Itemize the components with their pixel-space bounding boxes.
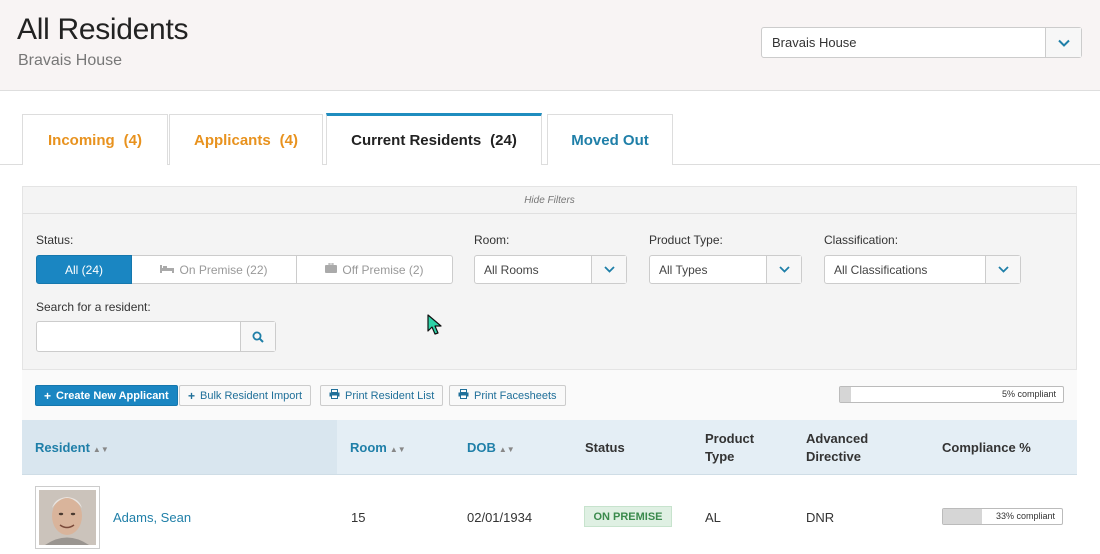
tab-current-residents[interactable]: Current Residents (24)	[326, 113, 542, 165]
tab-count: (24)	[490, 132, 517, 149]
classification-select-value: All Classifications	[834, 263, 928, 277]
search-box	[36, 321, 276, 352]
classification-label: Classification:	[824, 233, 899, 247]
table-row: Adams, Sean 15 02/01/1934 ON PREMISE AL …	[22, 476, 1077, 554]
dob-cell: 02/01/1934	[467, 510, 533, 525]
column-header-label: Resident	[35, 440, 90, 455]
search-button[interactable]	[240, 322, 275, 351]
print-facesheets-button[interactable]: Print Facesheets	[449, 385, 566, 406]
column-header-label: DOB	[467, 440, 496, 455]
compliance-label: 33% compliant	[995, 511, 1055, 521]
chevron-down-icon	[1057, 39, 1070, 47]
resident-photo	[39, 490, 96, 545]
status-badge: ON PREMISE	[584, 506, 672, 527]
column-header-room[interactable]: Room ▲▼	[350, 439, 406, 459]
resident-name-link[interactable]: Adams, Sean	[113, 510, 191, 525]
avatar[interactable]	[35, 486, 100, 549]
page-title: All Residents	[17, 13, 189, 46]
house-select-toggle[interactable]	[1045, 28, 1081, 57]
status-off-premise-label: Off Premise (2)	[342, 262, 424, 277]
house-select[interactable]: Bravais House	[761, 27, 1082, 58]
sort-icon: ▲▼	[92, 445, 109, 454]
overall-compliance-bar: 5% compliant	[839, 386, 1064, 403]
print-facesheets-label: Print Facesheets	[474, 389, 557, 402]
action-toolbar: + Create New Applicant + Bulk Resident I…	[22, 370, 1077, 420]
product-type-select-value: All Types	[659, 263, 708, 277]
room-label: Room:	[474, 233, 510, 247]
bulk-resident-import-label: Bulk Resident Import	[200, 389, 303, 402]
status-all-label: All (24)	[64, 262, 103, 277]
overall-compliance-label: 5% compliant	[1001, 389, 1056, 399]
tab-label: Moved Out	[571, 131, 649, 149]
create-new-applicant-label: Create New Applicant	[56, 389, 169, 402]
status-on-premise-label: On Premise (22)	[179, 262, 268, 277]
plus-icon: +	[44, 388, 52, 403]
tab-label: Current Residents	[351, 132, 482, 149]
room-select-value: All Rooms	[484, 263, 539, 277]
status-segmented-control: All (24) On Premise (22) Off Premise (2)	[36, 255, 453, 284]
page-header: All Residents Bravais House Bravais Hous…	[0, 0, 1100, 91]
tab-label: Incoming	[47, 131, 115, 149]
tab-applicants[interactable]: Applicants (4)	[169, 114, 323, 165]
bed-icon	[160, 264, 175, 276]
plus-icon: +	[188, 388, 196, 403]
room-select[interactable]: All Rooms	[474, 255, 627, 284]
tab-count: (4)	[279, 131, 299, 149]
bulk-resident-import-button[interactable]: + Bulk Resident Import	[179, 385, 312, 406]
chevron-down-icon	[997, 266, 1009, 273]
status-all-button[interactable]: All (24)	[36, 255, 132, 284]
print-resident-list-button[interactable]: Print Resident List	[320, 385, 444, 406]
house-select-value: Bravais House	[772, 35, 857, 50]
filter-panel: Hide Filters Status: All (24) On Premise…	[22, 186, 1077, 370]
search-icon	[252, 331, 264, 343]
column-header-dob[interactable]: DOB ▲▼	[467, 439, 515, 459]
page-subtitle: Bravais House	[18, 52, 123, 69]
search-label: Search for a resident:	[36, 300, 151, 314]
chevron-down-icon	[603, 266, 615, 273]
print-resident-list-label: Print Resident List	[345, 389, 435, 402]
product-type-label: Product Type:	[649, 233, 723, 247]
product-type-cell: AL	[705, 510, 721, 525]
create-new-applicant-button[interactable]: + Create New Applicant	[35, 385, 178, 406]
tab-moved-out[interactable]: Moved Out	[547, 114, 673, 165]
column-header-resident[interactable]: Resident ▲▼	[35, 439, 109, 459]
status-on-premise-button[interactable]: On Premise (22)	[132, 255, 297, 284]
advanced-directive-cell: DNR	[806, 510, 835, 525]
chevron-down-icon	[778, 266, 790, 273]
search-input[interactable]	[37, 322, 240, 351]
tab-count: (4)	[123, 131, 142, 149]
classification-select-toggle[interactable]	[985, 256, 1020, 283]
column-header-product-type: Product Type	[705, 431, 755, 464]
classification-select[interactable]: All Classifications	[824, 255, 1021, 284]
column-header-advanced-directive: Advanced Directive	[806, 431, 869, 464]
printer-icon	[329, 389, 340, 402]
printer-icon	[458, 389, 469, 402]
room-select-toggle[interactable]	[591, 256, 626, 283]
product-type-select[interactable]: All Types	[649, 255, 802, 284]
suitcase-icon	[325, 262, 338, 276]
product-type-select-toggle[interactable]	[766, 256, 801, 283]
sort-icon: ▲▼	[498, 445, 515, 454]
overall-compliance-fill	[840, 387, 852, 402]
column-header-label: Room	[350, 440, 387, 455]
hide-filters-toggle[interactable]: Hide Filters	[23, 187, 1076, 214]
compliance-fill	[943, 509, 983, 524]
tab-label: Applicants	[193, 131, 271, 149]
mouse-cursor-icon	[427, 314, 442, 335]
sort-icon: ▲▼	[389, 445, 406, 454]
column-header-compliance: Compliance %	[942, 440, 1031, 455]
column-header-status: Status	[585, 440, 625, 455]
status-off-premise-button[interactable]: Off Premise (2)	[297, 255, 453, 284]
tab-incoming[interactable]: Incoming (4)	[22, 114, 168, 165]
room-cell: 15	[351, 510, 366, 525]
compliance-bar: 33% compliant	[942, 508, 1063, 525]
status-label: Status:	[36, 233, 74, 247]
table-header: Resident ▲▼ Room ▲▼ DOB ▲▼ Status Product T…	[22, 420, 1077, 475]
